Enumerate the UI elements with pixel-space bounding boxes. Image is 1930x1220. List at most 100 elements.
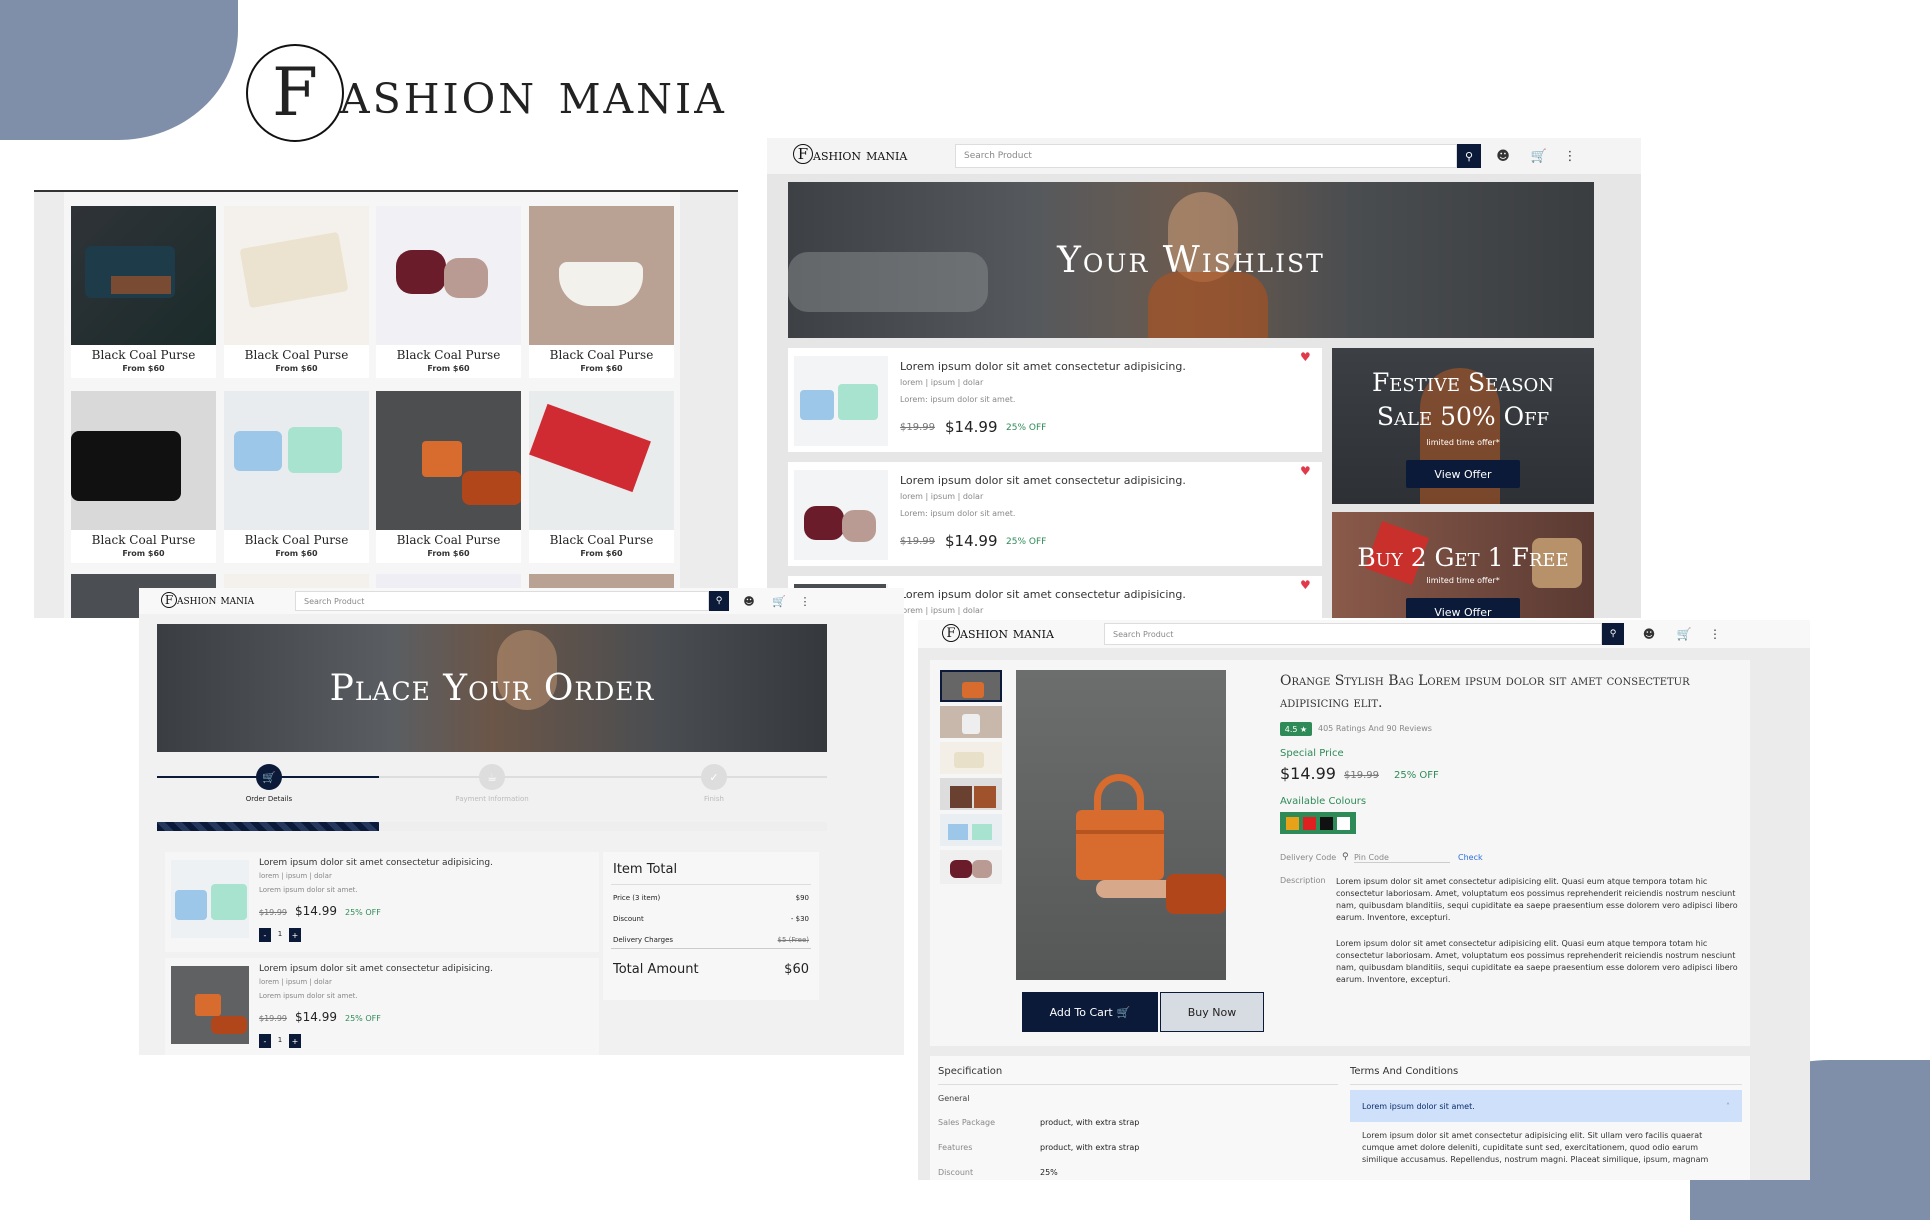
swatch[interactable] <box>1320 816 1333 830</box>
description-text: Lorem ipsum dolor sit amet consectetur a… <box>1336 939 1738 984</box>
thumbnail[interactable] <box>940 706 1002 738</box>
product-price: $14.99 <box>1280 764 1336 783</box>
spec-group: General <box>938 1094 970 1103</box>
user-icon[interactable]: ☻ <box>1640 624 1658 644</box>
search-button[interactable]: ⚲ <box>1602 623 1624 645</box>
item-tags: lorem | ipsum | dolar <box>900 492 984 501</box>
navbar: Fashion mania Search Product ⚲ ☻ 🛒 ⋮ <box>767 138 1641 174</box>
search-button[interactable]: ⚲ <box>709 591 729 611</box>
swatch[interactable] <box>1286 816 1299 830</box>
cart-icon: 🛒 <box>262 770 276 784</box>
logo-initial: F <box>793 144 813 164</box>
qty-increase-button[interactable]: + <box>289 1034 301 1048</box>
step-payment[interactable]: ☕ <box>479 764 505 790</box>
item-old-price: $19.99 <box>900 536 935 547</box>
product-card[interactable]: Black Coal Purse From $60 <box>529 391 674 563</box>
view-offer-button[interactable]: View Offer <box>1406 598 1520 618</box>
view-offer-button[interactable]: View Offer <box>1406 460 1520 488</box>
spec-value: product, with extra strap <box>1040 1143 1140 1152</box>
product-name: Black Coal Purse <box>244 348 349 362</box>
cart-icon[interactable]: 🛒 <box>1675 624 1693 644</box>
qty-value: 1 <box>277 1036 283 1044</box>
qty-decrease-button[interactable]: - <box>259 1034 271 1048</box>
product-name: Black Coal Purse <box>549 348 654 362</box>
product-image <box>376 206 521 345</box>
item-old-price: $19.99 <box>900 422 935 433</box>
swatch[interactable] <box>1303 816 1316 830</box>
summary-row-value: $90 <box>795 894 809 902</box>
search-input[interactable]: Search Product <box>955 144 1457 168</box>
product-card[interactable]: Black Coal Purse From $60 <box>376 206 521 378</box>
cart-icon[interactable]: 🛒 <box>771 592 787 610</box>
product-image <box>224 391 369 530</box>
step-order-details[interactable]: 🛒 <box>256 764 282 790</box>
search-icon: ⚲ <box>1464 149 1474 163</box>
product-image <box>529 206 674 345</box>
summary-row-label: Delivery Charges <box>613 936 674 944</box>
thumbnail[interactable] <box>940 814 1002 846</box>
item-desc: Lorem: ipsum dolor sit amet. <box>900 395 1016 404</box>
product-card[interactable]: Black Coal Purse From $60 <box>224 391 369 563</box>
colours-label: Available Colours <box>1280 796 1367 807</box>
specification-panel: Specification General Sales Package prod… <box>930 1056 1750 1180</box>
logo-initial: F <box>161 592 177 608</box>
add-to-cart-label: Add To Cart <box>1049 1005 1113 1019</box>
nav-logo[interactable]: Fashion mania <box>942 624 1054 642</box>
user-icon[interactable]: ☻ <box>1493 146 1513 166</box>
product-name: Black Coal Purse <box>91 533 196 547</box>
more-vertical-icon[interactable]: ⋮ <box>799 592 811 610</box>
terms-accordion-header[interactable]: Lorem ipsum dolor sit amet. ˄ <box>1350 1090 1742 1122</box>
heart-icon[interactable]: ♥ <box>1300 350 1311 364</box>
product-name: Black Coal Purse <box>549 533 654 547</box>
user-icon[interactable]: ☻ <box>741 592 757 610</box>
nav-logo[interactable]: Fashion mania <box>161 592 254 608</box>
item-title: Lorem ipsum dolor sit amet consectetur a… <box>900 360 1186 373</box>
wishlist-item[interactable]: Lorem ipsum dolor sit amet consectetur a… <box>788 462 1322 566</box>
swatch[interactable] <box>1337 816 1350 830</box>
chevron-up-icon: ˄ <box>1726 1101 1730 1111</box>
thumbnail[interactable] <box>940 742 1002 774</box>
qty-decrease-button[interactable]: - <box>259 928 271 942</box>
product-card[interactable]: Black Coal Purse From $60 <box>71 206 216 378</box>
product-card[interactable]: Black Coal Purse From $60 <box>71 391 216 563</box>
spec-value: product, with extra strap <box>1040 1118 1140 1127</box>
search-input[interactable]: Search Product <box>1104 623 1602 645</box>
cart-icon[interactable]: 🛒 <box>1529 146 1549 166</box>
thumbnail[interactable] <box>940 778 1002 810</box>
step-finish[interactable]: ✓ <box>701 764 727 790</box>
search-icon: ⚲ <box>1609 629 1617 639</box>
product-price: From $60 <box>122 364 165 373</box>
product-card[interactable]: Black Coal Purse From $60 <box>529 206 674 378</box>
product-card[interactable]: Black Coal Purse From $60 <box>224 206 369 378</box>
summary-row-value: - $30 <box>790 915 809 923</box>
wishlist-item-image <box>794 470 888 560</box>
order-title: Place Your Order <box>329 667 655 709</box>
buy-now-button[interactable]: Buy Now <box>1160 992 1264 1032</box>
wishlist-item[interactable]: Lorem ipsum dolor sit amet consectetur a… <box>788 348 1322 452</box>
nav-logo[interactable]: Fashion mania <box>793 144 907 164</box>
thumbnail-strip <box>940 670 1004 884</box>
more-vertical-icon[interactable]: ⋮ <box>1708 624 1722 644</box>
step-label: Payment Information <box>455 795 529 803</box>
check-link[interactable]: Check <box>1458 853 1483 862</box>
pin-input[interactable]: Pin Code <box>1354 853 1450 863</box>
heart-icon[interactable]: ♥ <box>1300 578 1311 592</box>
thumbnail[interactable] <box>940 850 1002 884</box>
product-name: Black Coal Purse <box>396 348 501 362</box>
more-vertical-icon[interactable]: ⋮ <box>1563 146 1577 166</box>
cart-icon: 🛒 <box>1116 1005 1131 1019</box>
item-price: $14.99 <box>945 418 998 436</box>
product-panel: Add To Cart 🛒 Buy Now Orange Stylish Bag … <box>930 660 1750 1046</box>
heart-icon[interactable]: ♥ <box>1300 464 1311 478</box>
search-input[interactable]: Search Product <box>295 591 709 611</box>
item-discount: 25% OFF <box>1006 537 1047 547</box>
add-to-cart-button[interactable]: Add To Cart 🛒 <box>1022 992 1158 1032</box>
wishlist-title: Your Wishlist <box>1057 239 1325 281</box>
spec-value: 25% <box>1040 1168 1058 1177</box>
offer-card-buy2: Buy 2 Get 1 Free limited time offer* Vie… <box>1332 512 1594 618</box>
qty-increase-button[interactable]: + <box>289 928 301 942</box>
product-card[interactable]: Black Coal Purse From $60 <box>376 391 521 563</box>
progress-bar <box>157 822 827 831</box>
search-button[interactable]: ⚲ <box>1457 144 1481 168</box>
thumbnail[interactable] <box>940 670 1002 702</box>
